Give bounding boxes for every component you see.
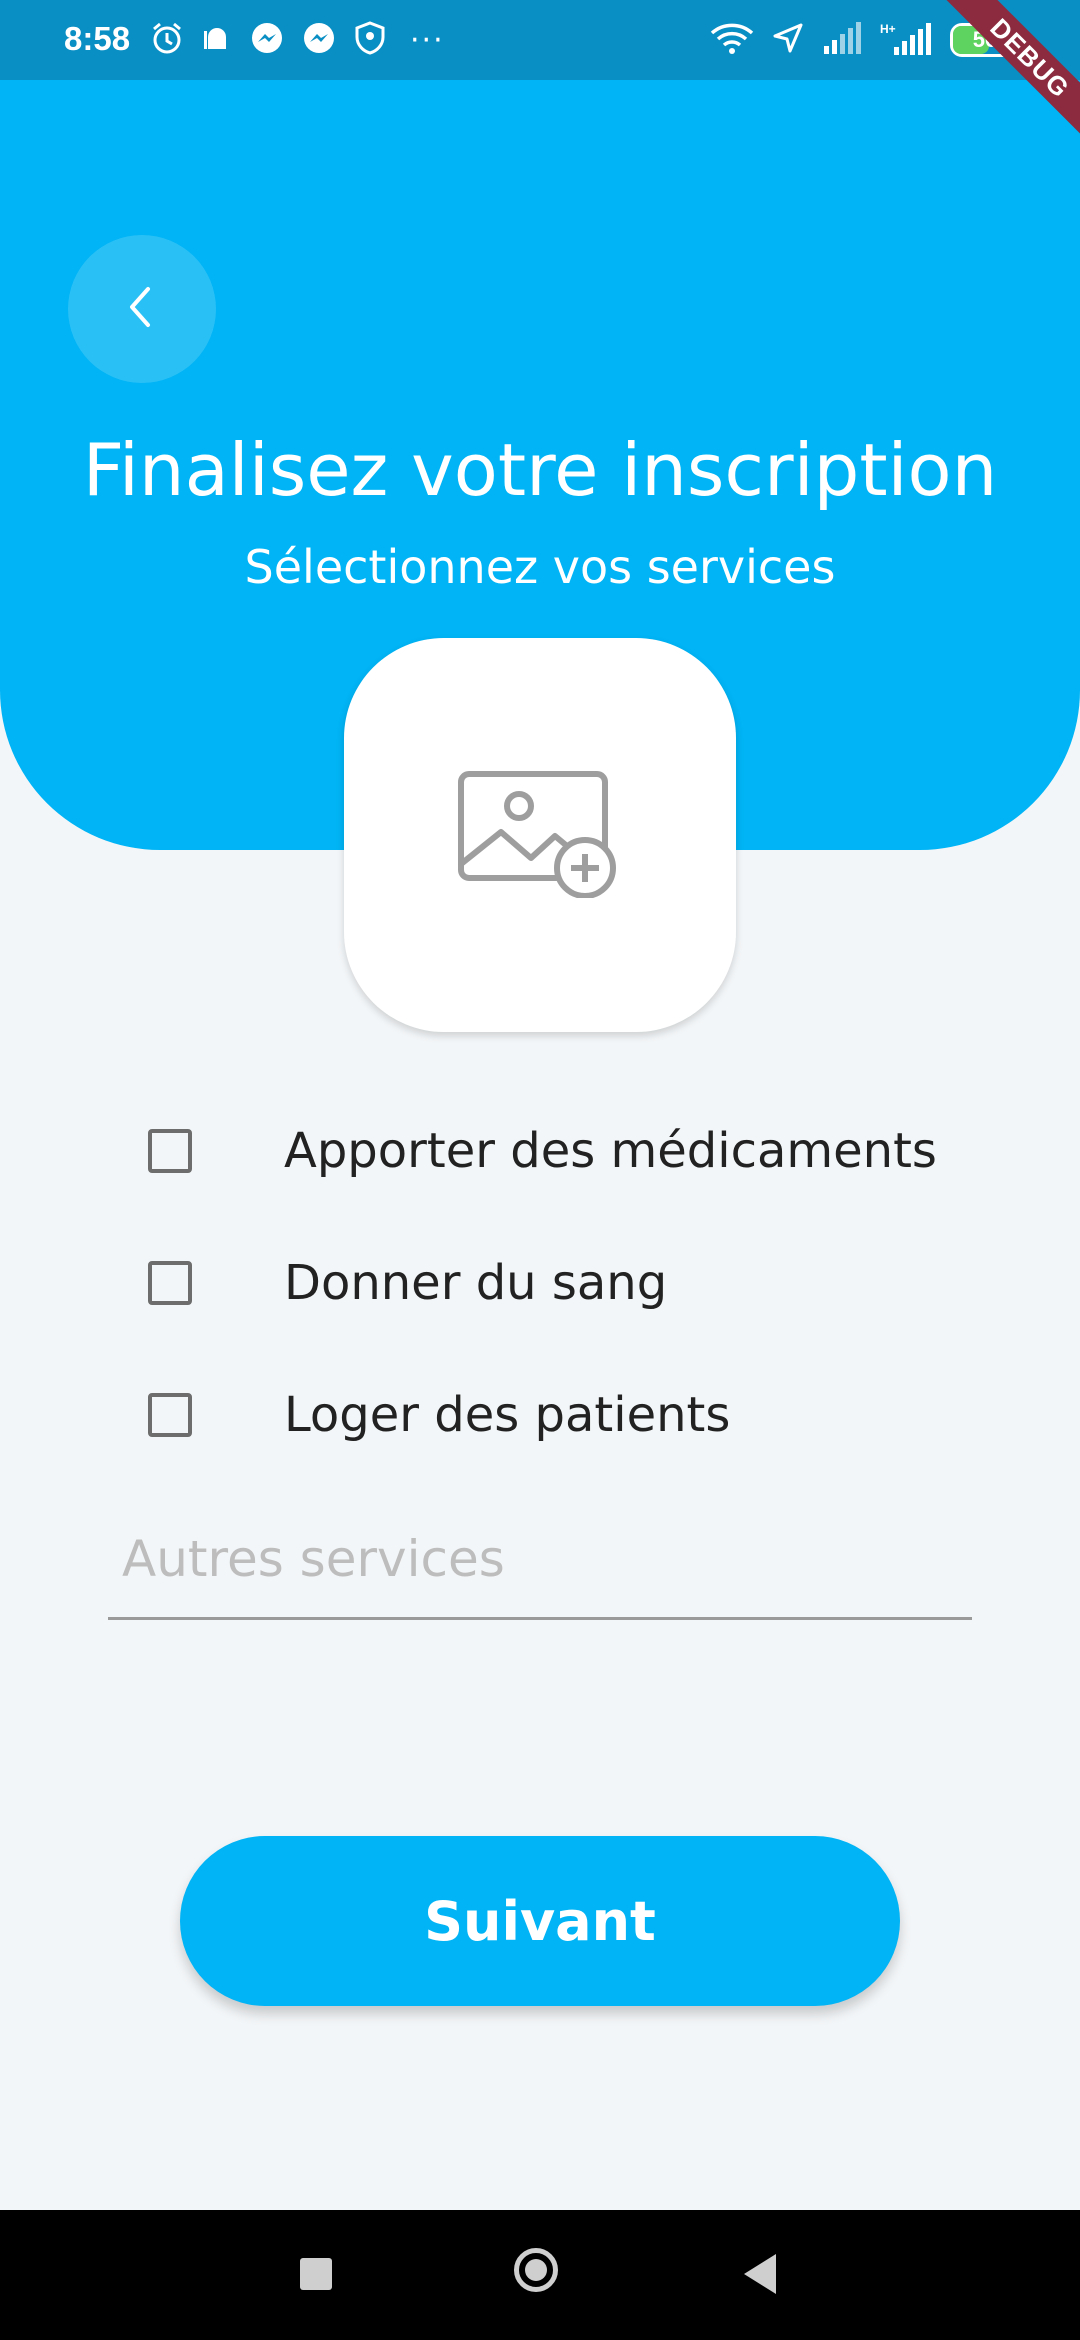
recent-apps-icon[interactable]	[300, 2258, 332, 2290]
service-label: Donner du sang	[284, 1255, 668, 1311]
service-option-sang[interactable]: Donner du sang	[148, 1253, 667, 1313]
shield-icon	[354, 21, 386, 59]
page-subtitle: Sélectionnez vos services	[244, 540, 836, 594]
service-option-patients[interactable]: Loger des patients	[148, 1385, 730, 1445]
status-left-icons: ···	[150, 21, 445, 59]
location-arrow-icon	[772, 22, 804, 58]
checkbox[interactable]	[148, 1261, 192, 1305]
svg-text:H+: H+	[880, 22, 896, 36]
back-icon[interactable]	[744, 2254, 776, 2294]
next-button[interactable]: Suivant	[180, 1836, 900, 2006]
messenger-icon	[302, 21, 336, 59]
checkbox[interactable]	[148, 1393, 192, 1437]
messenger-icon	[250, 21, 284, 59]
h-plus-signal-icon: H+	[880, 21, 932, 59]
checkbox[interactable]	[148, 1129, 192, 1173]
mosque-icon	[202, 23, 232, 57]
more-notifications: ···	[410, 22, 445, 58]
signal-icon	[822, 22, 862, 58]
page-title: Finalisez votre inscription	[82, 428, 998, 512]
wifi-icon	[710, 21, 754, 59]
back-button[interactable]	[68, 235, 216, 383]
add-image-icon	[455, 768, 625, 902]
status-bar: 8:58 ··· H+ 56	[0, 0, 1080, 80]
status-time: 8:58	[64, 20, 131, 57]
service-label: Apporter des médicaments	[284, 1123, 937, 1179]
service-label: Loger des patients	[284, 1387, 731, 1443]
image-picker[interactable]	[344, 638, 736, 1032]
home-icon[interactable]	[514, 2248, 558, 2292]
service-option-medicaments[interactable]: Apporter des médicaments	[148, 1121, 937, 1181]
navigation-bar	[0, 2210, 1080, 2340]
other-services-input[interactable]	[108, 1500, 972, 1620]
alarm-icon	[150, 21, 184, 59]
chevron-left-icon	[122, 283, 162, 335]
